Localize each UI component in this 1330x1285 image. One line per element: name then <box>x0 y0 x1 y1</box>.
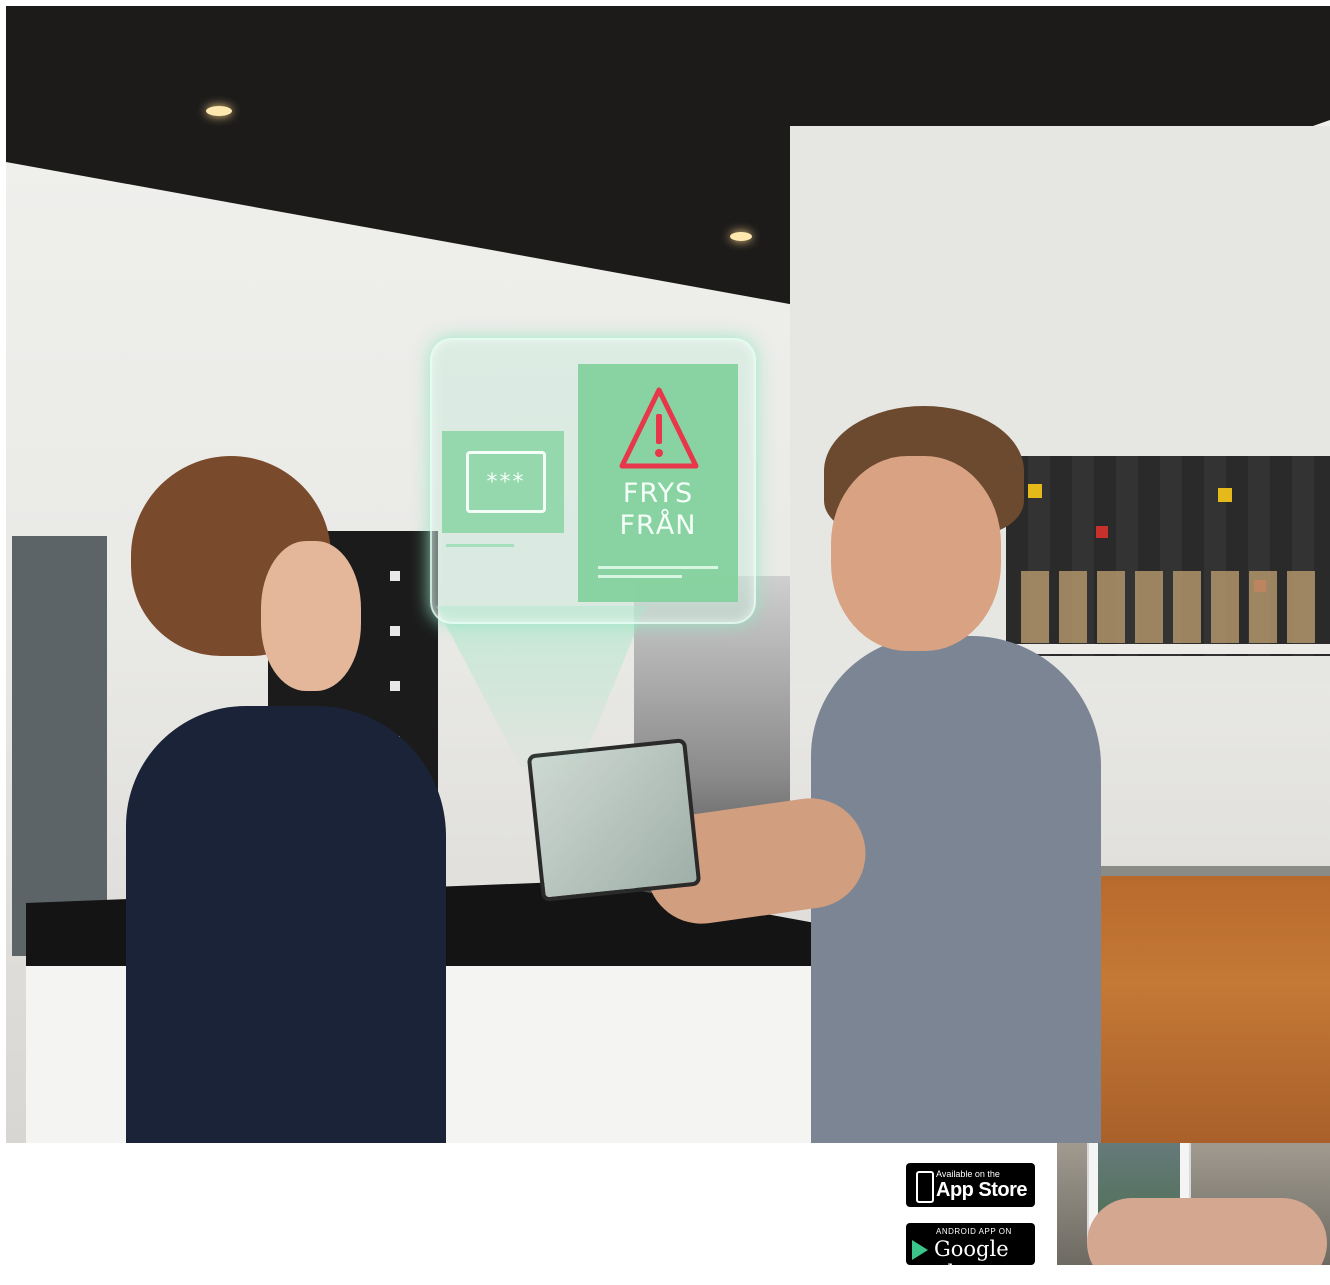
cabinet-handle <box>390 681 400 691</box>
yellow-tile <box>1218 488 1232 502</box>
ceiling-light <box>730 232 752 241</box>
google-play-title: Google play <box>934 1237 1009 1285</box>
app-store-title: App Store <box>936 1179 1028 1201</box>
app-store-badge[interactable]: Available on the App Store <box>906 1163 1035 1207</box>
kitchen-photo: *** FRYS FRÅN <box>6 6 1330 1143</box>
warning-triangle-icon <box>619 387 699 469</box>
apple-icon <box>916 1171 934 1203</box>
kitchen-shelf <box>1006 644 1330 654</box>
red-tile <box>1096 526 1108 538</box>
google-play-badge[interactable]: ANDROID APP ON Google play <box>906 1223 1035 1285</box>
spice-jars <box>1021 571 1321 643</box>
hologram-line <box>446 544 514 547</box>
app-store-small-text: Available on the <box>936 1169 1000 1179</box>
woman-face <box>261 541 361 691</box>
cabinet-handle <box>390 626 400 636</box>
woman-figure <box>126 706 446 1143</box>
grey-door <box>12 536 107 956</box>
man-figure <box>811 636 1101 1143</box>
play-icon <box>912 1240 928 1260</box>
hand <box>1087 1198 1327 1265</box>
google-play-small-text: ANDROID APP ON <box>936 1227 1012 1236</box>
yellow-tile <box>1028 484 1042 498</box>
ceiling-light <box>206 106 232 116</box>
alert-text: FRYS FRÅN <box>619 478 697 541</box>
cabinet-handle <box>390 571 400 581</box>
phone-in-hand-photo <box>1057 1143 1330 1265</box>
man-face <box>831 456 1001 651</box>
password-field: *** <box>466 451 546 513</box>
hologram-text-lines <box>598 566 718 588</box>
